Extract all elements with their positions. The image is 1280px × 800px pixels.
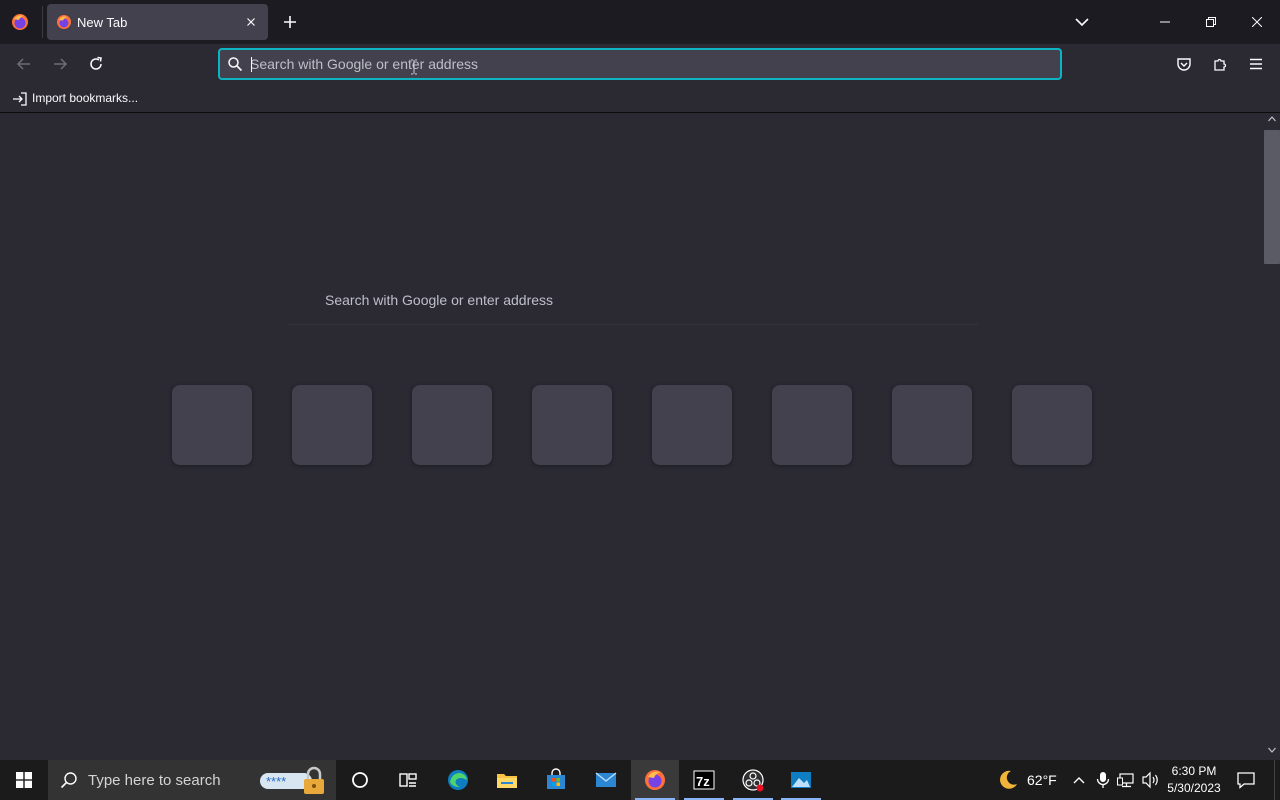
- cortana-circle-icon: [352, 772, 368, 788]
- content-search-box[interactable]: Search with Google or enter address: [288, 283, 978, 325]
- mail-icon: [595, 772, 617, 787]
- taskbar-obs[interactable]: [729, 760, 777, 800]
- close-window-button[interactable]: [1234, 0, 1280, 44]
- reload-button[interactable]: [84, 52, 108, 76]
- tab-separator: [42, 6, 43, 38]
- extensions-button[interactable]: [1208, 52, 1232, 76]
- clock-date: 5/30/2023: [1167, 781, 1221, 795]
- taskbar-photos[interactable]: [777, 760, 825, 800]
- top-site-tile[interactable]: [532, 385, 612, 465]
- reload-icon: [90, 56, 102, 70]
- clock-time: 6:30 PM: [1171, 764, 1217, 778]
- obs-icon: [742, 769, 764, 792]
- app-menu-button[interactable]: [1244, 52, 1268, 76]
- new-tab-plus-icon[interactable]: [280, 12, 300, 32]
- microphone-icon[interactable]: [1093, 770, 1113, 790]
- puzzle-piece-icon: [1214, 58, 1227, 71]
- address-bar[interactable]: [218, 48, 1062, 80]
- taskbar-mail[interactable]: [582, 760, 630, 800]
- edge-icon: [448, 770, 468, 790]
- vertical-scrollbar[interactable]: [1264, 113, 1280, 760]
- show-hidden-icons-chevron-icon[interactable]: [1069, 770, 1089, 790]
- svg-text:****: ****: [266, 774, 286, 789]
- search-icon: [228, 57, 243, 72]
- top-site-tile[interactable]: [652, 385, 732, 465]
- bookmarks-toolbar: Import bookmarks...: [0, 84, 1280, 113]
- cortana-button[interactable]: [336, 760, 384, 800]
- taskbar-edge[interactable]: [434, 760, 482, 800]
- close-icon: [1252, 17, 1262, 27]
- import-icon: [13, 92, 27, 106]
- restore-icon: [1206, 17, 1216, 27]
- taskbar-search-box[interactable]: Type here to search ****: [48, 760, 336, 800]
- windows-taskbar: Type here to search **** 7z 62°F 6:30 PM…: [0, 760, 1280, 800]
- hamburger-menu-icon: [1250, 58, 1262, 70]
- show-desktop-button[interactable]: [1274, 760, 1280, 800]
- network-icon[interactable]: [1117, 770, 1137, 790]
- task-view-button[interactable]: [384, 760, 432, 800]
- taskbar-firefox[interactable]: [631, 760, 679, 800]
- scroll-up-arrow-icon[interactable]: [1268, 115, 1276, 123]
- search-icon: [60, 772, 77, 789]
- pocket-icon: [1177, 58, 1191, 71]
- taskbar-search-placeholder: Type here to search: [88, 772, 221, 789]
- text-caret: [251, 57, 252, 72]
- notification-center-icon[interactable]: [1236, 770, 1256, 790]
- pocket-button[interactable]: [1172, 52, 1196, 76]
- weather-temperature[interactable]: 62°F: [1027, 772, 1057, 788]
- store-icon: [547, 768, 565, 789]
- firefox-icon: [645, 770, 665, 790]
- forward-arrow-icon: [54, 58, 68, 70]
- text-cursor-icon: [411, 59, 417, 75]
- taskbar-7zip[interactable]: 7z: [680, 760, 728, 800]
- minimize-button[interactable]: [1142, 0, 1188, 44]
- tab-title: New Tab: [77, 15, 128, 30]
- top-site-tile[interactable]: [892, 385, 972, 465]
- navigation-toolbar: [0, 44, 1280, 84]
- photos-icon: [791, 772, 811, 788]
- tab-new-tab[interactable]: New Tab: [47, 4, 268, 40]
- tab-close-icon[interactable]: [243, 14, 259, 30]
- address-input[interactable]: [250, 54, 1040, 74]
- top-site-tile[interactable]: [772, 385, 852, 465]
- firefox-logo-icon[interactable]: [10, 12, 30, 32]
- password-lock-icon: ****: [260, 766, 324, 794]
- top-site-tile[interactable]: [292, 385, 372, 465]
- top-site-tile[interactable]: [1012, 385, 1092, 465]
- start-button[interactable]: [0, 760, 48, 800]
- windows-logo-icon: [16, 772, 32, 788]
- taskbar-store[interactable]: [532, 760, 580, 800]
- top-site-tile[interactable]: [172, 385, 252, 465]
- forward-button[interactable]: [48, 52, 72, 76]
- tab-strip: New Tab: [0, 0, 1280, 44]
- back-button[interactable]: [12, 52, 36, 76]
- volume-icon[interactable]: [1141, 770, 1161, 790]
- scroll-down-arrow-icon[interactable]: [1268, 746, 1276, 754]
- restore-button[interactable]: [1188, 0, 1234, 44]
- svg-text:7z: 7z: [696, 774, 710, 789]
- moon-icon[interactable]: [996, 768, 1020, 792]
- 7zip-icon: 7z: [693, 770, 715, 790]
- task-view-icon: [399, 773, 417, 787]
- import-bookmarks-label: Import bookmarks...: [32, 91, 139, 105]
- file-explorer-icon: [497, 774, 517, 788]
- content-search-placeholder: Search with Google or enter address: [325, 292, 554, 308]
- system-clock[interactable]: 6:30 PM 5/30/2023: [1164, 763, 1224, 797]
- scrollbar-thumb[interactable]: [1264, 130, 1280, 264]
- new-tab-page: Search with Google or enter address: [0, 113, 1264, 760]
- back-arrow-icon: [16, 58, 30, 70]
- top-site-tile[interactable]: [412, 385, 492, 465]
- taskbar-file-explorer[interactable]: [483, 760, 531, 800]
- firefox-favicon-icon: [56, 14, 72, 30]
- list-all-tabs-chevron-icon[interactable]: [1072, 12, 1092, 32]
- minimize-icon: [1160, 21, 1170, 23]
